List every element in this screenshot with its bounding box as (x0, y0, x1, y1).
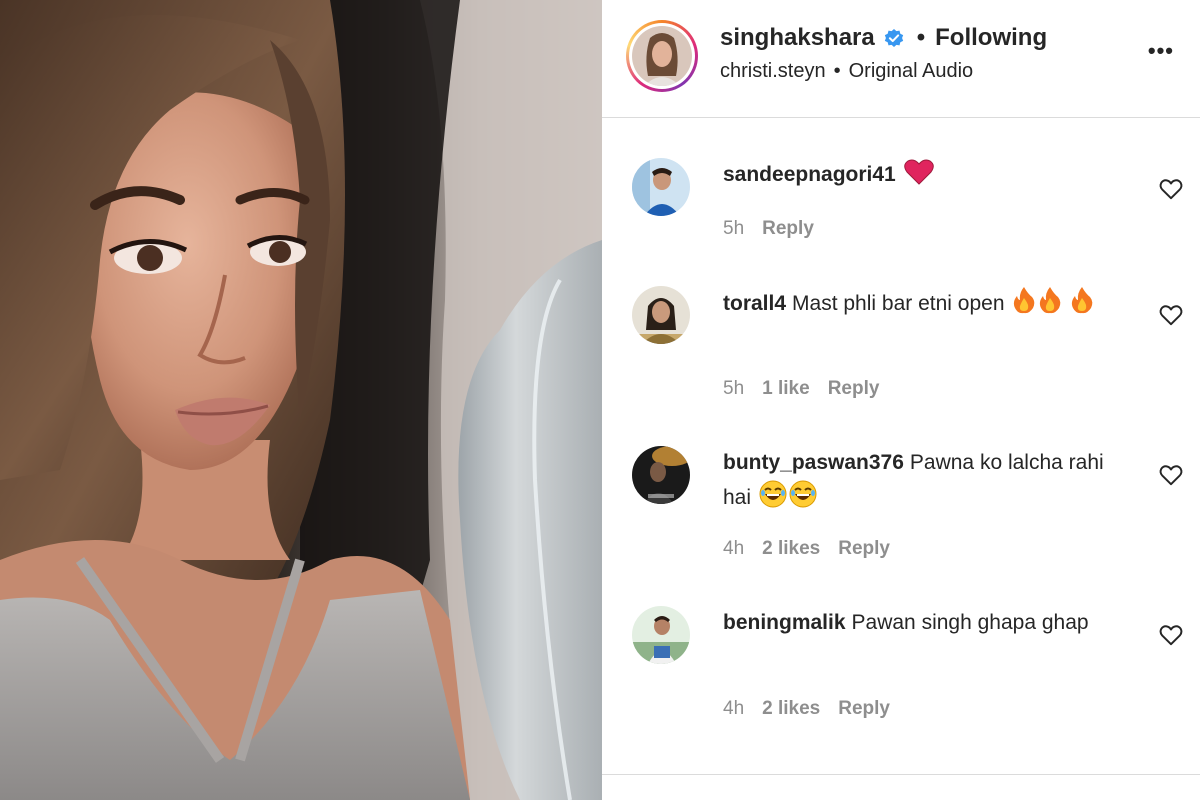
red-heart-emoji-icon (903, 159, 934, 196)
heart-outline-icon[interactable] (1158, 622, 1184, 648)
comment-username[interactable]: bunty_paswan376 (723, 451, 904, 474)
comment-username[interactable]: beningmalik (723, 611, 846, 634)
comment-text: Mast phli bar etni open (792, 292, 1005, 315)
comment-likes[interactable]: 2 likes (762, 538, 820, 560)
heart-outline-icon[interactable] (1158, 302, 1184, 328)
comment-username[interactable]: torall4 (723, 292, 786, 315)
audio-separator: • (833, 60, 841, 82)
comment-username[interactable]: sandeepnagori41 (723, 163, 896, 186)
post-header: singhakshara • Following christi.steyn •… (602, 0, 1200, 118)
comment-likes[interactable]: 2 likes (762, 698, 820, 720)
author-avatar-image (632, 26, 692, 86)
fire-emoji-icon (1038, 286, 1062, 325)
comment-likes[interactable]: 1 like (762, 378, 810, 400)
commenter-avatar[interactable] (632, 606, 690, 664)
commenter-avatar[interactable] (632, 158, 690, 216)
audio-user-link[interactable]: christi.steyn (720, 60, 826, 83)
comment-text: Pawan singh ghapa ghap (851, 611, 1089, 634)
reply-button[interactable]: Reply (838, 698, 890, 720)
post-media[interactable] (0, 0, 602, 800)
laughing-emoji-icon (789, 480, 817, 519)
laughing-emoji-icon (759, 480, 787, 519)
comment-time: 4h (723, 538, 745, 559)
commenter-avatar[interactable] (632, 446, 690, 504)
verified-badge-icon (883, 27, 905, 49)
post-sidebar: singhakshara • Following christi.steyn •… (602, 0, 1200, 800)
author-username[interactable]: singhakshara (720, 24, 875, 52)
reply-button[interactable]: Reply (762, 218, 814, 240)
comment-time: 5h (723, 218, 745, 239)
post-photo (0, 0, 602, 800)
heart-outline-icon[interactable] (1158, 462, 1184, 488)
more-options-icon[interactable]: ••• (1148, 38, 1174, 64)
comment-time: 4h (723, 698, 745, 719)
fire-emoji-icon (1012, 286, 1036, 325)
fire-emoji-icon (1070, 286, 1094, 325)
reply-button[interactable]: Reply (838, 538, 890, 560)
commenter-avatar[interactable] (632, 286, 690, 344)
audio-name-link[interactable]: Original Audio (849, 60, 974, 83)
comment-time: 5h (723, 378, 745, 399)
reply-button[interactable]: Reply (828, 378, 880, 400)
heart-outline-icon[interactable] (1158, 176, 1184, 202)
following-button[interactable]: Following (935, 24, 1047, 52)
comments-bottom-divider (602, 774, 1200, 775)
author-avatar[interactable] (626, 20, 698, 92)
header-separator: • (916, 24, 926, 51)
